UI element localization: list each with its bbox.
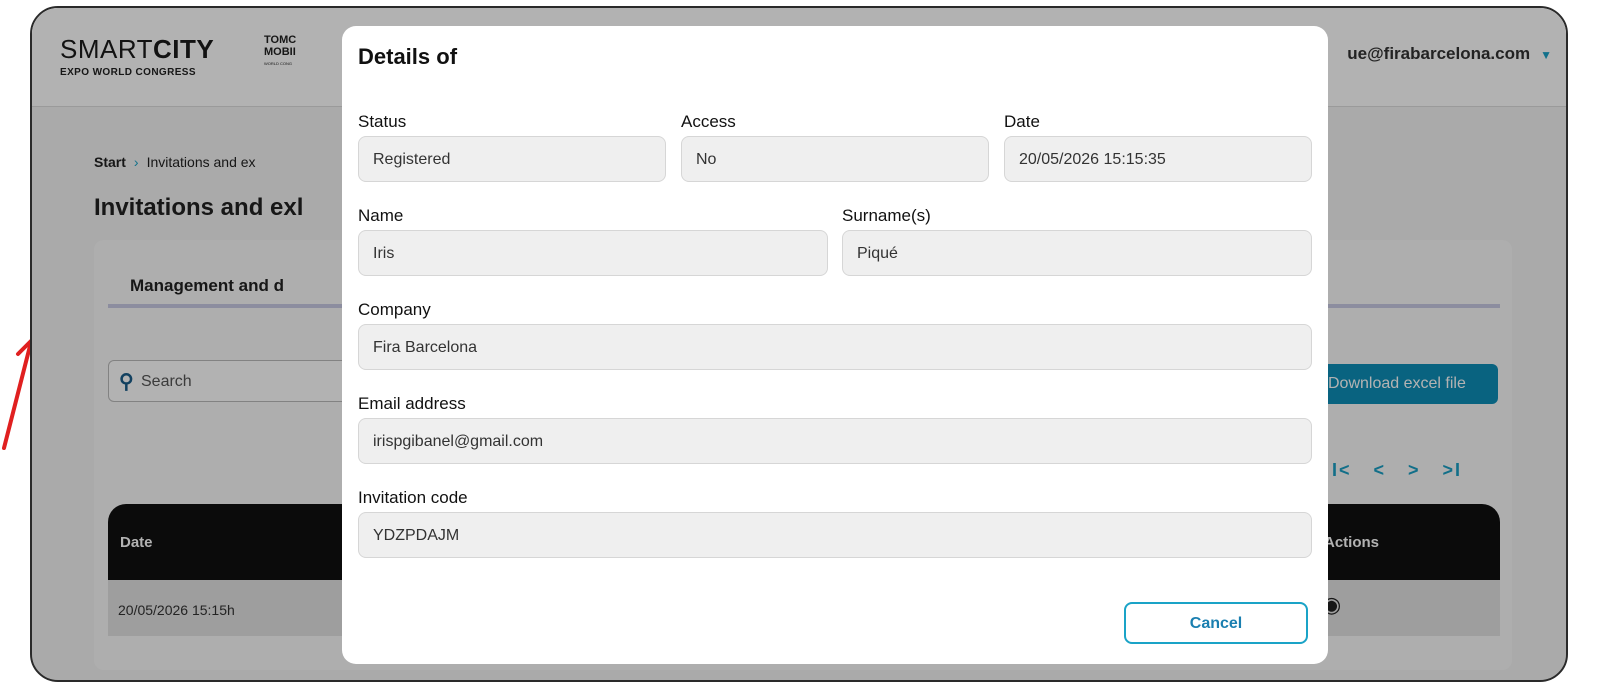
- invitation-code-field: YDZPDAJM: [358, 512, 1312, 558]
- date-field: 20/05/2026 15:15:35: [1004, 136, 1312, 182]
- access-field: No: [681, 136, 989, 182]
- company-label: Company: [358, 300, 431, 319]
- name-field: Iris: [358, 230, 828, 276]
- name-label: Name: [358, 206, 404, 225]
- email-field: irispgibanel@gmail.com: [358, 418, 1312, 464]
- email-label: Email address: [358, 394, 466, 413]
- cancel-button[interactable]: Cancel: [1124, 602, 1308, 644]
- invitation-code-label: Invitation code: [358, 488, 468, 507]
- surname-label: Surname(s): [842, 206, 931, 225]
- company-field: Fira Barcelona: [358, 324, 1312, 370]
- status-field: Registered: [358, 136, 666, 182]
- details-modal: Details of Status Registered Access No D…: [342, 26, 1328, 664]
- status-label: Status: [358, 112, 407, 131]
- browser-frame: SMARTCITY EXPO WORLD CONGRESS TOMC MOBII…: [30, 6, 1568, 682]
- date-label: Date: [1004, 112, 1040, 131]
- modal-title: Details of: [358, 44, 458, 69]
- surname-field: Piqué: [842, 230, 1312, 276]
- access-label: Access: [681, 112, 736, 131]
